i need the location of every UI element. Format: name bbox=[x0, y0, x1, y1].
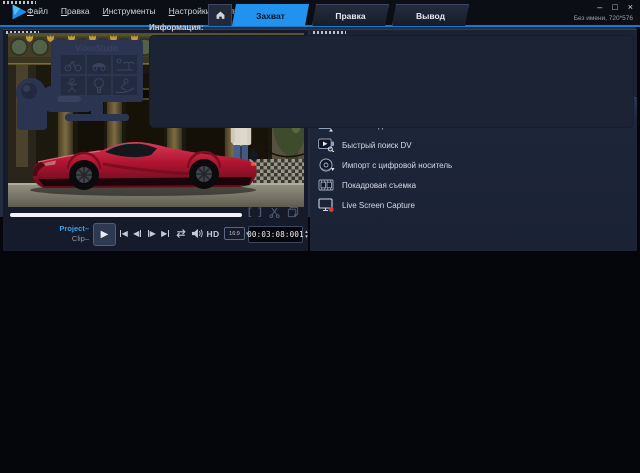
hd-toggle[interactable]: HD bbox=[205, 229, 221, 239]
capture-options-list: Захват видео Быстрый поиск DV bbox=[318, 115, 629, 215]
window-controls: – □ × bbox=[597, 2, 633, 12]
live-screen-capture-icon bbox=[318, 198, 335, 212]
videostudio-watermark: VideoStudio bbox=[5, 36, 150, 140]
watermark-text: VideoStudio bbox=[76, 44, 120, 53]
live-screen-capture-option[interactable]: Live Screen Capture bbox=[318, 195, 629, 215]
videostudio-window: Файл Правка Инструменты Настройки Спр За… bbox=[0, 0, 640, 473]
stop-motion-icon bbox=[318, 178, 335, 192]
volume-icon[interactable] bbox=[189, 226, 204, 242]
seek-bar[interactable] bbox=[10, 213, 242, 217]
aspect-ratio-value: 16:9 bbox=[224, 227, 245, 240]
menu-file[interactable]: Файл bbox=[27, 6, 48, 16]
capture-option-label: Live Screen Capture bbox=[342, 201, 415, 210]
project-status: Без имени, 720*576 bbox=[574, 15, 633, 22]
spinner-down-icon: ▼ bbox=[304, 234, 308, 239]
step-tabs: Захват Правка Вывод bbox=[232, 4, 469, 25]
titlebar: Файл Правка Инструменты Настройки Спр За… bbox=[0, 0, 640, 27]
info-box bbox=[149, 35, 634, 128]
timecode-spinner[interactable]: ▲ ▼ bbox=[303, 226, 310, 241]
dv-quick-scan-option[interactable]: Быстрый поиск DV bbox=[318, 135, 629, 155]
mode-clip-toggle[interactable]: Clip– bbox=[31, 234, 89, 244]
go-start-button[interactable]: ◀ bbox=[117, 226, 130, 242]
minimize-button[interactable]: – bbox=[597, 2, 602, 12]
window-bottom-edge bbox=[0, 468, 640, 473]
loop-button[interactable] bbox=[173, 226, 188, 242]
capture-option-label: Покадровая съемка bbox=[342, 181, 416, 190]
import-digital-media-icon bbox=[318, 158, 335, 172]
capture-option-label: Быстрый поиск DV bbox=[342, 141, 412, 150]
transport-controls: ◀ ◀ ▶ ▶ HD 16:9 ▾ bbox=[117, 223, 268, 244]
panel-drag-handle[interactable] bbox=[3, 1, 36, 4]
panel-drag-handle[interactable] bbox=[313, 31, 346, 34]
videostudio-logo-icon bbox=[10, 3, 28, 21]
next-frame-button[interactable]: ▶ bbox=[145, 226, 158, 242]
mode-project-toggle[interactable]: Project– bbox=[31, 224, 89, 234]
mark-in-button[interactable]: [ bbox=[248, 207, 251, 218]
prev-frame-button[interactable]: ◀ bbox=[131, 226, 144, 242]
tab-capture[interactable]: Захват bbox=[232, 4, 309, 26]
play-button[interactable]: ▶ bbox=[93, 223, 116, 246]
play-icon: ▶ bbox=[101, 229, 109, 240]
menu-edit[interactable]: Правка bbox=[61, 6, 90, 16]
stop-motion-option[interactable]: Покадровая съемка bbox=[318, 175, 629, 195]
maximize-button[interactable]: □ bbox=[612, 2, 617, 12]
trim-tools: [ ] bbox=[248, 206, 299, 218]
import-digital-media-option[interactable]: Импорт с цифровой носитель bbox=[318, 155, 629, 175]
close-button[interactable]: × bbox=[628, 2, 633, 12]
snapshot-icon[interactable] bbox=[287, 206, 299, 218]
tab-share[interactable]: Вывод bbox=[392, 4, 469, 26]
info-label: Информация: bbox=[149, 23, 204, 32]
aspect-ratio-select[interactable]: 16:9 ▾ bbox=[224, 227, 249, 240]
menu-settings[interactable]: Настройки bbox=[169, 6, 211, 16]
capture-option-label: Импорт с цифровой носитель bbox=[342, 161, 452, 170]
mark-out-button[interactable]: ] bbox=[258, 207, 261, 218]
home-button[interactable] bbox=[208, 4, 232, 26]
tab-edit[interactable]: Правка bbox=[312, 4, 389, 26]
go-end-button[interactable]: ▶ bbox=[159, 226, 172, 242]
split-clip-icon[interactable] bbox=[269, 207, 280, 218]
dv-quick-scan-icon bbox=[318, 138, 335, 152]
playback-mode: Project– Clip– bbox=[31, 224, 89, 244]
home-icon bbox=[215, 7, 226, 25]
menu-tools[interactable]: Инструменты bbox=[103, 6, 156, 16]
timecode-field[interactable]: 00:03:08:001 bbox=[248, 226, 303, 243]
